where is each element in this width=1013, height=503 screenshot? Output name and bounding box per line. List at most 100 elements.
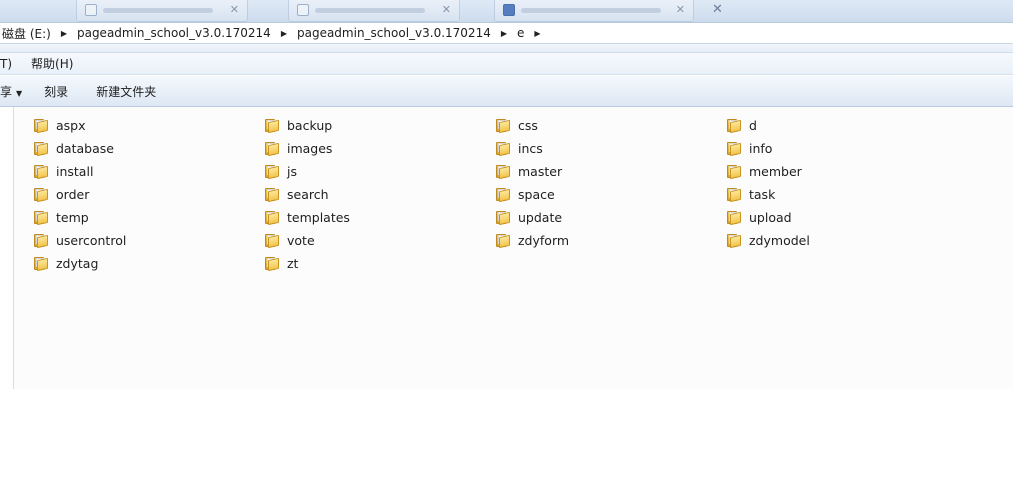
folder-icon	[265, 256, 281, 272]
folder-name: templates	[287, 209, 350, 225]
folder-icon	[34, 141, 50, 157]
file-list-pane[interactable]: aspx backup css d database images incs info inst…	[13, 107, 1013, 389]
folder-name: search	[287, 186, 329, 202]
list-item[interactable]: info	[727, 138, 772, 158]
folder-name: js	[287, 163, 297, 179]
breadcrumb-item-drive[interactable]: 磁盘 (E:)	[0, 25, 53, 42]
folder-name: space	[518, 186, 555, 202]
list-item[interactable]: templates	[265, 207, 350, 227]
background-tab-1[interactable]: ✕	[76, 0, 248, 22]
close-icon[interactable]: ✕	[230, 3, 239, 16]
list-item[interactable]: database	[34, 138, 114, 158]
folder-name: backup	[287, 117, 333, 133]
folder-name: incs	[518, 140, 543, 156]
folder-icon	[496, 141, 512, 157]
list-item[interactable]: css	[496, 115, 538, 135]
close-icon[interactable]: ✕	[676, 3, 685, 16]
folder-icon	[34, 164, 50, 180]
list-item[interactable]: aspx	[34, 115, 86, 135]
folder-icon	[34, 118, 50, 134]
burn-button[interactable]: 刻录	[44, 83, 68, 100]
folder-icon	[265, 141, 281, 157]
breadcrumb-item-current[interactable]: e	[515, 26, 526, 40]
list-item[interactable]: js	[265, 161, 297, 181]
list-item[interactable]: member	[727, 161, 802, 181]
folder-name: task	[749, 186, 776, 202]
list-item[interactable]: update	[496, 207, 562, 227]
list-item[interactable]: usercontrol	[34, 230, 126, 250]
list-item[interactable]: install	[34, 161, 93, 181]
toolbar-divider	[0, 44, 1013, 64]
list-item[interactable]: images	[265, 138, 332, 158]
background-tab-3[interactable]: ✕	[494, 0, 694, 22]
list-item[interactable]: d	[727, 115, 757, 135]
list-item[interactable]: zdyform	[496, 230, 569, 250]
list-item[interactable]: search	[265, 184, 329, 204]
folder-icon	[727, 164, 743, 180]
list-item[interactable]: temp	[34, 207, 89, 227]
menu-item-help[interactable]: 帮助(H)	[31, 55, 80, 72]
folder-icon	[496, 210, 512, 226]
folder-icon	[265, 187, 281, 203]
page-icon	[85, 4, 97, 16]
folder-name: database	[56, 140, 114, 156]
folder-icon	[265, 233, 281, 249]
folder-name: vote	[287, 232, 315, 248]
folder-name: css	[518, 117, 538, 133]
page-icon	[297, 4, 309, 16]
breadcrumb-item-folder[interactable]: pageadmin_school_v3.0.170214	[295, 26, 493, 40]
command-bar: 享 ▼ 刻录 新建文件夹	[0, 76, 1013, 107]
menu-item-tools[interactable]: T)	[0, 57, 19, 71]
close-all-icon[interactable]: ✕	[712, 2, 723, 17]
tab-strip: ✕ ✕ ✕ ✕	[0, 0, 1013, 22]
list-item[interactable]: vote	[265, 230, 315, 250]
list-item[interactable]: upload	[727, 207, 792, 227]
folder-icon	[496, 118, 512, 134]
chevron-right-icon[interactable]: ▶	[273, 29, 295, 38]
folder-name: zdyform	[518, 232, 570, 248]
list-item[interactable]: order	[34, 184, 89, 204]
breadcrumb-item-folder[interactable]: pageadmin_school_v3.0.170214	[75, 26, 273, 40]
share-button[interactable]: 享 ▼	[0, 83, 22, 100]
folder-name: temp	[56, 209, 89, 225]
chevron-right-icon[interactable]: ▶	[493, 29, 515, 38]
folder-icon	[727, 210, 743, 226]
close-icon[interactable]: ✕	[442, 3, 451, 16]
folder-name: update	[518, 209, 563, 225]
tab-title-blurred	[315, 8, 425, 13]
chevron-right-icon[interactable]: ▶	[53, 29, 75, 38]
list-item[interactable]: space	[496, 184, 555, 204]
new-folder-button[interactable]: 新建文件夹	[96, 83, 156, 100]
folder-name: master	[518, 163, 563, 179]
folder-icon	[265, 164, 281, 180]
folder-icon	[727, 118, 743, 134]
folder-name: usercontrol	[56, 232, 127, 248]
folder-name: info	[749, 140, 773, 156]
folder-icon	[496, 187, 512, 203]
list-item[interactable]: zdymodel	[727, 230, 810, 250]
tab-title-blurred	[521, 8, 661, 13]
folder-name: order	[56, 186, 90, 202]
list-item[interactable]: task	[727, 184, 775, 204]
folder-name: aspx	[56, 117, 86, 133]
list-item[interactable]: zdytag	[34, 253, 98, 273]
folder-name: zt	[287, 255, 299, 271]
share-label: 享	[0, 84, 13, 99]
tab-title-blurred	[103, 8, 213, 13]
folder-name: member	[749, 163, 802, 179]
list-item[interactable]: backup	[265, 115, 332, 135]
list-item[interactable]: zt	[265, 253, 298, 273]
folder-name: install	[56, 163, 94, 179]
menu-bar: T) 帮助(H)	[0, 53, 1013, 75]
folder-name: upload	[749, 209, 792, 225]
breadcrumb[interactable]: 磁盘 (E:) ▶ pageadmin_school_v3.0.170214 ▶…	[0, 22, 1013, 44]
folder-name: zdymodel	[749, 232, 810, 248]
background-tab-2[interactable]: ✕	[288, 0, 460, 22]
list-item[interactable]: master	[496, 161, 562, 181]
folder-icon	[727, 141, 743, 157]
list-item[interactable]: incs	[496, 138, 543, 158]
page-icon	[503, 4, 515, 16]
folder-icon	[727, 233, 743, 249]
chevron-right-icon[interactable]: ▶	[526, 29, 548, 38]
chevron-down-icon: ▼	[16, 88, 23, 98]
